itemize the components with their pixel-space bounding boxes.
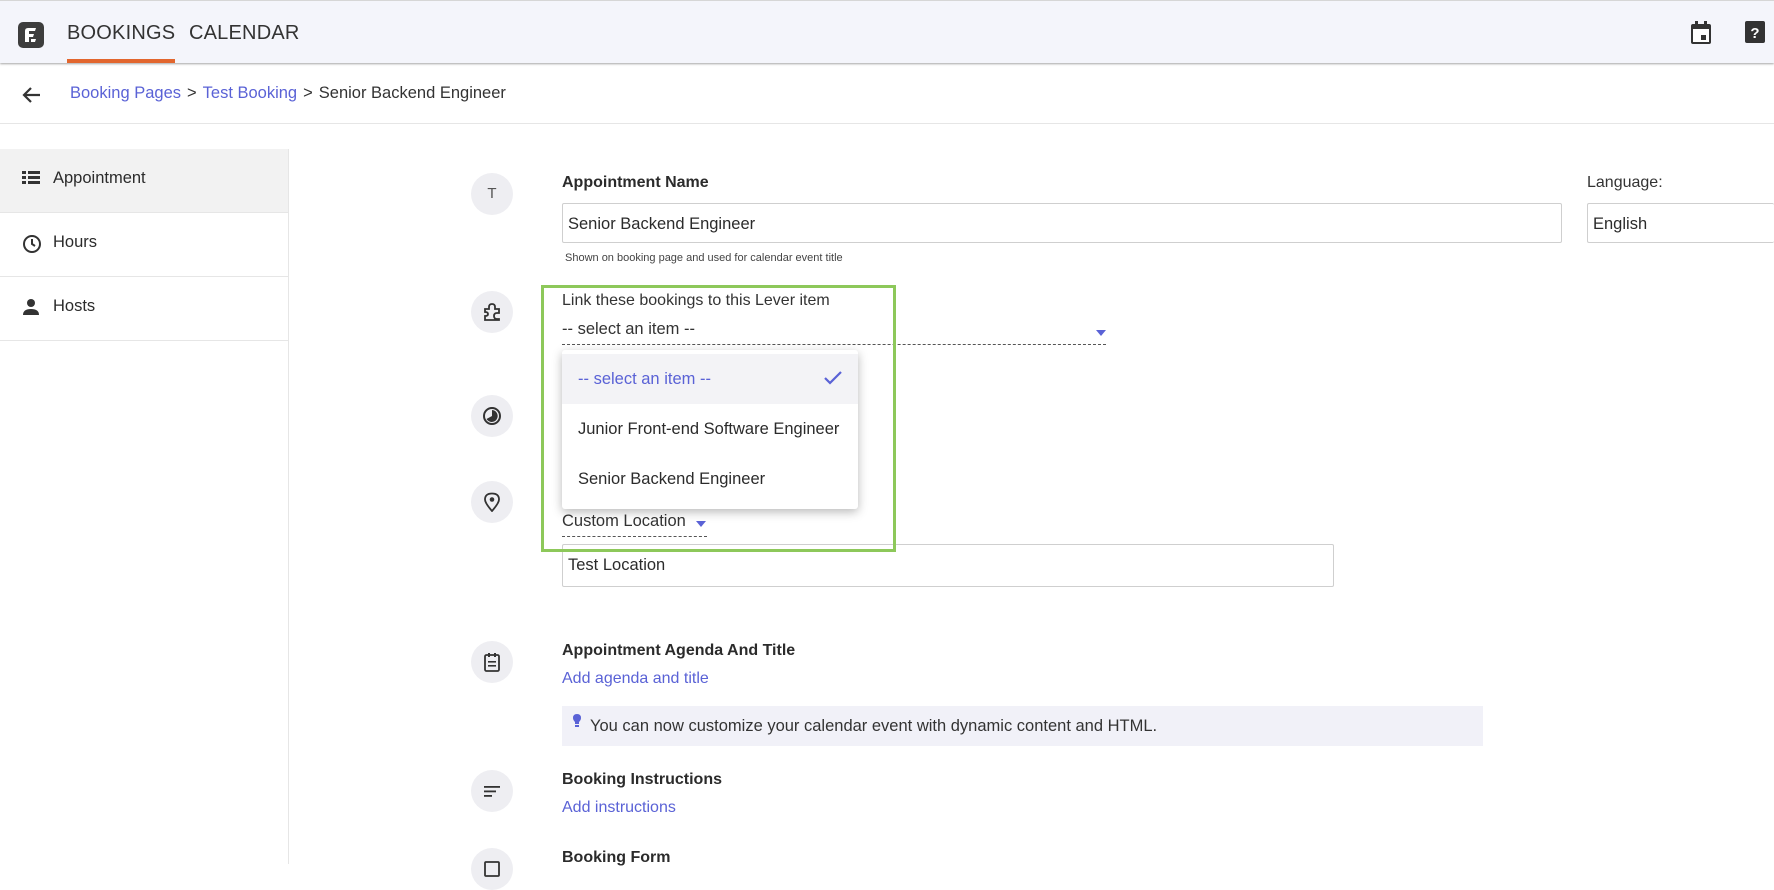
sidebar-item-label: Hosts (53, 297, 96, 315)
tab-calendar[interactable]: CALENDAR (189, 22, 300, 45)
location-pin-icon (471, 481, 513, 523)
sidebar-item-appointment[interactable]: Appointment (0, 149, 288, 213)
appointment-name-helper: Shown on booking page and used for calen… (565, 252, 843, 264)
sidebar-item-hosts[interactable]: Hosts (0, 277, 288, 341)
add-instructions-link[interactable]: Add instructions (562, 799, 676, 817)
calendar-icon[interactable] (1690, 21, 1712, 50)
tab-bookings[interactable]: BOOKINGS (67, 22, 176, 63)
agenda-icon (471, 641, 513, 683)
lightbulb-icon (572, 713, 582, 734)
lever-item-dropdown-menu: -- select an item -- Junior Front-end So… (562, 350, 858, 509)
sidebar-item-label: Hours (53, 233, 98, 251)
breadcrumb-separator: > (303, 84, 313, 102)
tip-banner: You can now customize your calendar even… (562, 706, 1483, 746)
appointment-name-label: Appointment Name (562, 174, 709, 191)
duration-icon (471, 395, 513, 437)
text-type-icon: T (471, 173, 513, 215)
lever-item-select[interactable]: -- select an item -- (562, 320, 1106, 345)
add-agenda-link[interactable]: Add agenda and title (562, 670, 709, 688)
list-icon (22, 170, 40, 191)
chevron-down-icon[interactable] (1096, 330, 1106, 336)
dropdown-option[interactable]: Senior Backend Engineer (562, 454, 858, 504)
instructions-icon (471, 770, 513, 812)
sidebar: Appointment Hours Hosts (0, 149, 289, 864)
breadcrumb-bar: Booking Pages > Test Booking > Senior Backen… (0, 62, 1774, 124)
language-label: Language: (1587, 174, 1663, 191)
location-input[interactable]: Test Location (562, 544, 1334, 587)
dropdown-option-label: Senior Backend Engineer (578, 470, 766, 488)
location-type-select[interactable]: Custom Location (562, 512, 707, 537)
clock-icon (22, 234, 42, 259)
chevron-down-icon[interactable] (696, 521, 706, 527)
help-icon[interactable]: ? (1745, 21, 1765, 48)
breadcrumb-separator: > (187, 84, 197, 102)
instructions-label: Booking Instructions (562, 771, 722, 788)
dropdown-option[interactable]: Junior Front-end Software Engineer (562, 404, 858, 454)
top-navigation-bar: BOOKINGS CALENDAR ? (0, 0, 1774, 63)
lever-item-label: Link these bookings to this Lever item (562, 292, 830, 309)
lever-item-select-value: -- select an item -- (562, 320, 695, 338)
booking-form-icon (471, 848, 513, 890)
breadcrumb-current: Senior Backend Engineer (318, 84, 506, 102)
appointment-name-input[interactable]: Senior Backend Engineer (562, 203, 1562, 243)
dropdown-option-label: Junior Front-end Software Engineer (578, 420, 840, 438)
svg-text:?: ? (1750, 25, 1759, 42)
language-select[interactable]: English (1587, 203, 1774, 243)
agenda-label: Appointment Agenda And Title (562, 642, 796, 659)
tip-text: You can now customize your calendar even… (590, 717, 1158, 735)
breadcrumb-test-booking[interactable]: Test Booking (203, 84, 297, 102)
sidebar-item-hours[interactable]: Hours (0, 213, 288, 277)
check-icon (823, 370, 843, 391)
breadcrumb: Booking Pages > Test Booking > Senior Backen… (70, 84, 506, 103)
booking-form-label: Booking Form (562, 849, 671, 866)
person-icon (22, 298, 40, 321)
dropdown-option[interactable]: -- select an item -- (562, 354, 858, 404)
puzzle-icon (471, 291, 513, 333)
dropdown-option-label: -- select an item -- (578, 370, 711, 388)
location-type-value: Custom Location (562, 512, 686, 530)
back-arrow-icon[interactable] (22, 86, 42, 109)
app-logo-icon[interactable] (18, 22, 44, 48)
sidebar-item-label: Appointment (53, 169, 146, 187)
breadcrumb-booking-pages[interactable]: Booking Pages (70, 84, 181, 102)
